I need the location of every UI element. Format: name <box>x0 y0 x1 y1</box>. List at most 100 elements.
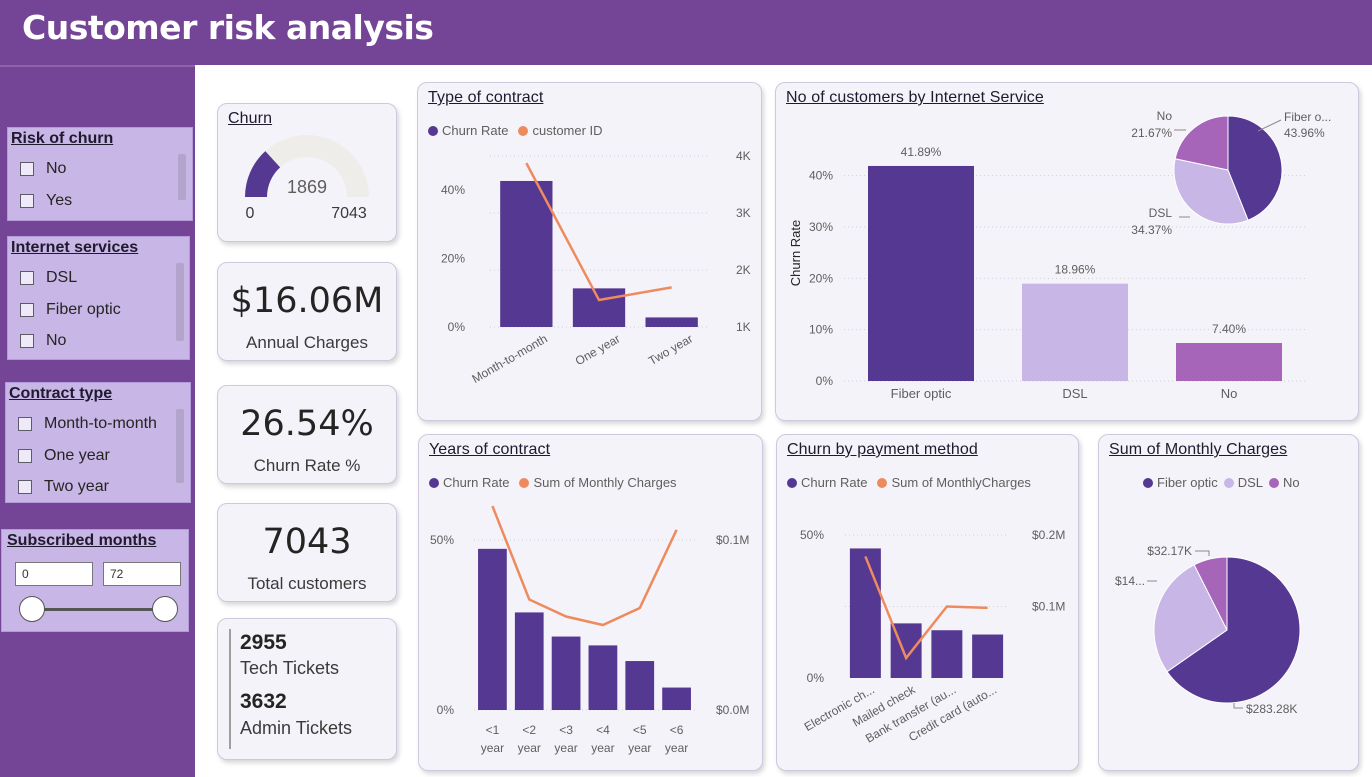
scrollbar[interactable] <box>176 263 184 341</box>
checkbox[interactable] <box>18 417 32 431</box>
x-tick-label: Fiber optic <box>891 386 952 401</box>
x-tick-label: year <box>554 741 577 755</box>
x-tick-label: <6 <box>670 723 684 737</box>
checkbox[interactable] <box>20 271 34 285</box>
chart-bar <box>849 548 881 678</box>
x-tick-label: year <box>665 741 688 755</box>
pie-label-name: DSL <box>1149 206 1173 220</box>
y-tick-label: 0% <box>816 374 834 388</box>
range-min-handle[interactable] <box>19 596 45 622</box>
slicer-title: Subscribed months <box>7 532 157 549</box>
pie-label: $14... <box>1115 574 1145 588</box>
slicer-option-label: Two year <box>44 478 109 495</box>
kpi-value: 26.54% <box>240 404 374 444</box>
gauge-min: 0 <box>246 205 255 222</box>
total-customers-card: 7043 Total customers <box>217 503 397 602</box>
pie-label-name: Fiber o... <box>1284 110 1331 124</box>
y-axis-label: Churn Rate <box>788 220 803 286</box>
checkbox[interactable] <box>18 480 32 494</box>
y-tick-label: $0.1M <box>716 533 749 547</box>
slicer-option-one-year[interactable]: One year <box>18 444 110 468</box>
y-tick-label: 50% <box>430 533 454 547</box>
data-label: 7.40% <box>1212 322 1246 336</box>
slicer-option-yes[interactable]: Yes <box>20 189 72 213</box>
pie-leader-line <box>1233 703 1243 709</box>
y-tick-label: 2K <box>736 263 751 277</box>
scrollbar[interactable] <box>176 409 184 483</box>
pie-label-name: No <box>1157 109 1173 123</box>
x-tick-label: <3 <box>559 723 573 737</box>
slicer-option-label: Fiber optic <box>46 301 121 318</box>
kpi-label: Total customers <box>247 574 367 593</box>
slicer-option-month-to-month[interactable]: Month-to-month <box>18 412 157 436</box>
y-tick-label: 40% <box>441 183 465 197</box>
gauge-value: 1869 <box>287 177 327 197</box>
pie-leader-line <box>1257 119 1282 132</box>
x-tick-label: No <box>1221 386 1238 401</box>
pie-leader-line <box>1195 550 1210 556</box>
chart-bar <box>662 687 691 710</box>
slicer-option-label: No <box>46 332 67 349</box>
years-chart: 0% 50% $0.0M $0.1M <1 year <2 year <3 year <4 year <… <box>430 505 749 755</box>
slicer-option-no[interactable]: No <box>20 157 66 181</box>
y-tick-label: 20% <box>809 271 833 285</box>
chart-line <box>864 555 988 661</box>
kpi-value: $16.06M <box>230 281 384 321</box>
slicer-option-fiber-optic[interactable]: Fiber optic <box>20 298 121 322</box>
header-bar: Customer risk analysis <box>0 0 1372 65</box>
chart-bar <box>572 288 626 327</box>
x-tick-label: year <box>481 741 504 755</box>
chart-bar <box>645 317 698 327</box>
contract-chart: 0% 20% 40% 1K 2K 3K 4K Month-to-month One year Tw… <box>441 149 751 386</box>
slicer-option-label: Month-to-month <box>44 415 157 432</box>
range-min-input[interactable]: 0 <box>15 562 93 586</box>
y-tick-label: 1K <box>736 320 751 334</box>
tickets-card: 2955 Tech Tickets 3632 Admin Tickets <box>217 618 397 760</box>
checkbox[interactable] <box>20 303 34 317</box>
pie-label-value: 43.96% <box>1284 126 1325 140</box>
payment-chart: 0%50%$0.1M$0.2MElectronic ch...Mailed ch… <box>800 528 1065 746</box>
chart-bar <box>931 630 963 678</box>
page-title: Customer risk analysis <box>22 8 434 47</box>
churn-gauge: 1869 0 7043 <box>245 135 369 222</box>
y-tick-label: 40% <box>809 169 833 183</box>
range-max-input[interactable]: 72 <box>103 562 181 586</box>
range-max-handle[interactable] <box>152 596 178 622</box>
admin-tickets-label: Admin Tickets <box>240 718 353 738</box>
chart-bar <box>1176 343 1282 381</box>
y-tick-label: 3K <box>736 206 751 220</box>
slicer-risk-of-churn: Risk of churn No Yes <box>7 127 193 221</box>
slicer-option-dsl[interactable]: DSL <box>20 266 77 290</box>
slicer-title: Internet services <box>11 239 139 256</box>
checkbox[interactable] <box>20 162 34 176</box>
slicer-option-label: DSL <box>46 269 78 286</box>
y-tick-label: $0.2M <box>1032 528 1065 542</box>
slicer-internet-services: Internet services DSL Fiber optic No <box>7 236 190 360</box>
checkbox[interactable] <box>20 334 34 348</box>
x-tick-label: <5 <box>633 723 647 737</box>
kpi-value: 7043 <box>262 522 352 562</box>
slicer-title: Risk of churn <box>11 130 114 147</box>
x-tick-label: year <box>628 741 651 755</box>
scrollbar[interactable] <box>178 154 186 200</box>
pie-label-value: 34.37% <box>1131 223 1172 237</box>
chart-bar <box>1022 283 1128 381</box>
slicer-option-label: No <box>46 160 67 177</box>
x-tick-label: DSL <box>1062 386 1087 401</box>
chart-bar <box>972 634 1004 678</box>
y-tick-label: $0.0M <box>716 703 749 717</box>
x-tick-label: <4 <box>596 723 610 737</box>
checkbox[interactable] <box>20 194 34 208</box>
y-tick-label: 30% <box>809 220 833 234</box>
slicer-option-no[interactable]: No <box>20 329 66 353</box>
x-tick-label: <1 <box>486 723 500 737</box>
checkbox[interactable] <box>18 449 32 463</box>
gauge-max: 7043 <box>331 205 367 222</box>
y-tick-label: 50% <box>800 528 824 542</box>
slicer-option-two-year[interactable]: Two year <box>18 475 109 499</box>
data-label: 18.96% <box>1055 263 1096 277</box>
chart-bar <box>500 180 553 327</box>
admin-tickets-value: 3632 <box>240 690 287 713</box>
data-label: 41.89% <box>901 145 942 159</box>
range-track[interactable] <box>30 608 165 611</box>
